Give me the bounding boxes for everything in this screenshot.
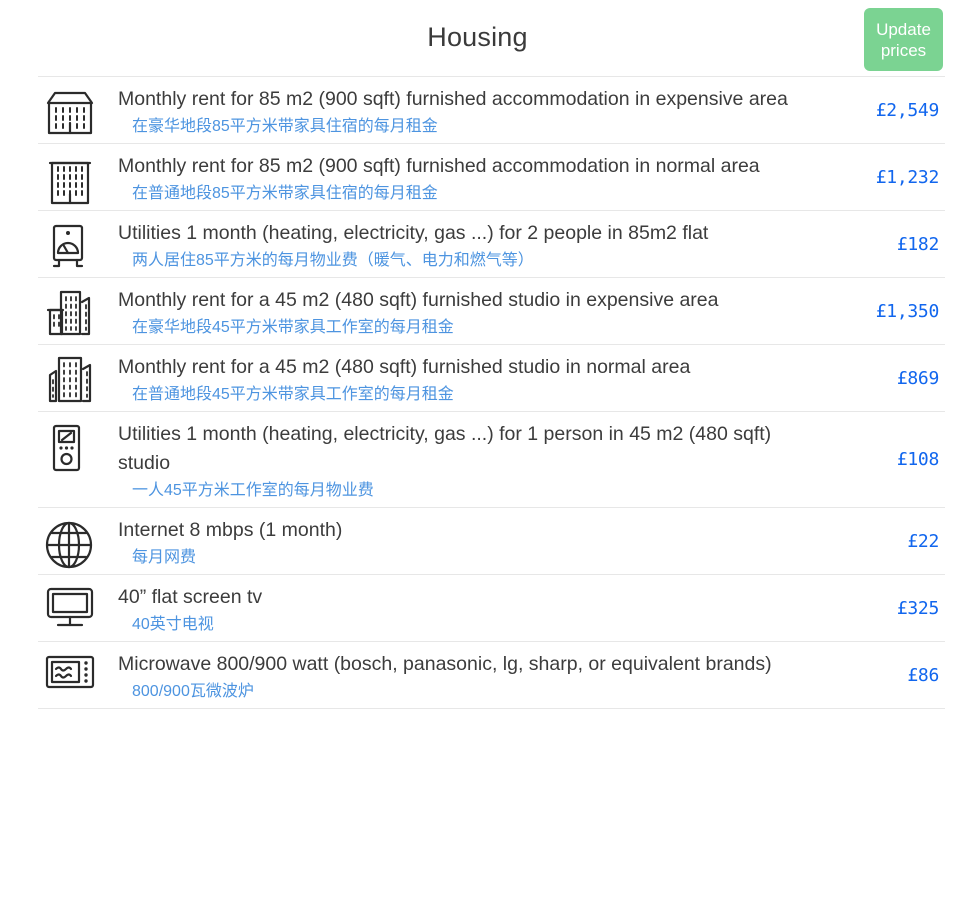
item-name-zh: 40英寸电视 — [118, 612, 821, 637]
item-price: £2,549 — [831, 100, 945, 121]
microwave-icon — [38, 642, 118, 692]
update-prices-button[interactable]: Update prices — [864, 8, 943, 71]
item-name-zh: 一人45平方米工作室的每月物业费 — [118, 478, 821, 503]
item-text-cell: Monthly rent for a 45 m2 (480 sqft) furn… — [118, 345, 831, 411]
item-name-zh: 每月网费 — [118, 545, 821, 570]
item-name-en: Monthly rent for a 45 m2 (480 sqft) furn… — [118, 286, 821, 315]
item-price: £86 — [831, 665, 945, 686]
update-prices-button-line2: prices — [864, 40, 943, 61]
table-row[interactable]: 40” flat screen tv40英寸电视£325 — [38, 574, 945, 641]
table-row[interactable]: Utilities 1 month (heating, electricity,… — [38, 210, 945, 277]
item-price: £1,232 — [831, 167, 945, 188]
item-name-en: Microwave 800/900 watt (bosch, panasonic… — [118, 650, 821, 679]
item-text-cell: Utilities 1 month (heating, electricity,… — [118, 412, 831, 507]
utility-meter-icon — [38, 412, 118, 474]
item-text-cell: Microwave 800/900 watt (bosch, panasonic… — [118, 642, 831, 708]
table-row[interactable]: Microwave 800/900 watt (bosch, panasonic… — [38, 641, 945, 709]
item-name-zh: 两人居住85平方米的每月物业费（暖气、电力和燃气等） — [118, 248, 821, 273]
item-name-en: Monthly rent for 85 m2 (900 sqft) furnis… — [118, 152, 821, 181]
table-row[interactable]: Monthly rent for a 45 m2 (480 sqft) furn… — [38, 344, 945, 411]
city-skyline-alt-icon — [38, 345, 118, 405]
update-prices-button-line1: Update — [864, 19, 943, 40]
table-row[interactable]: Monthly rent for a 45 m2 (480 sqft) furn… — [38, 277, 945, 344]
table-row[interactable]: Utilities 1 month (heating, electricity,… — [38, 411, 945, 507]
item-text-cell: Utilities 1 month (heating, electricity,… — [118, 211, 831, 277]
housing-cost-page: Housing Update prices Monthly rent for 8… — [0, 0, 955, 904]
city-skyline-icon — [38, 278, 118, 338]
globe-icon — [38, 508, 118, 572]
item-name-zh: 在普通地段85平方米带家具住宿的每月租金 — [118, 181, 821, 206]
item-name-zh: 在豪华地段85平方米带家具住宿的每月租金 — [118, 114, 821, 139]
item-name-en: Utilities 1 month (heating, electricity,… — [118, 420, 821, 478]
item-price: £108 — [831, 449, 945, 470]
item-name-zh: 在普通地段45平方米带家具工作室的每月租金 — [118, 382, 821, 407]
item-price: £325 — [831, 598, 945, 619]
apartment-block-icon — [38, 144, 118, 210]
table-row[interactable]: Internet 8 mbps (1 month)每月网费£22 — [38, 507, 945, 574]
table-row[interactable]: Monthly rent for 85 m2 (900 sqft) furnis… — [38, 143, 945, 210]
item-text-cell: Monthly rent for a 45 m2 (480 sqft) furn… — [118, 278, 831, 344]
item-name-en: Utilities 1 month (heating, electricity,… — [118, 219, 821, 248]
item-text-cell: Monthly rent for 85 m2 (900 sqft) furnis… — [118, 77, 831, 143]
price-list: Monthly rent for 85 m2 (900 sqft) furnis… — [38, 76, 945, 709]
boiler-water-heater-icon — [38, 211, 118, 273]
item-name-en: Monthly rent for 85 m2 (900 sqft) furnis… — [118, 85, 821, 114]
item-name-en: 40” flat screen tv — [118, 583, 821, 612]
television-icon — [38, 575, 118, 631]
item-name-zh: 800/900瓦微波炉 — [118, 679, 821, 704]
page-title: Housing — [0, 22, 955, 53]
item-price: £182 — [831, 234, 945, 255]
item-text-cell: Monthly rent for 85 m2 (900 sqft) furnis… — [118, 144, 831, 210]
page-header: Housing Update prices — [0, 0, 955, 76]
house-building-icon — [38, 77, 118, 139]
item-name-en: Internet 8 mbps (1 month) — [118, 516, 821, 545]
table-row[interactable]: Monthly rent for 85 m2 (900 sqft) furnis… — [38, 76, 945, 143]
item-price: £1,350 — [831, 301, 945, 322]
item-text-cell: Internet 8 mbps (1 month)每月网费 — [118, 508, 831, 574]
item-name-en: Monthly rent for a 45 m2 (480 sqft) furn… — [118, 353, 821, 382]
item-price: £869 — [831, 368, 945, 389]
item-text-cell: 40” flat screen tv40英寸电视 — [118, 575, 831, 641]
item-name-zh: 在豪华地段45平方米带家具工作室的每月租金 — [118, 315, 821, 340]
item-price: £22 — [831, 531, 945, 552]
